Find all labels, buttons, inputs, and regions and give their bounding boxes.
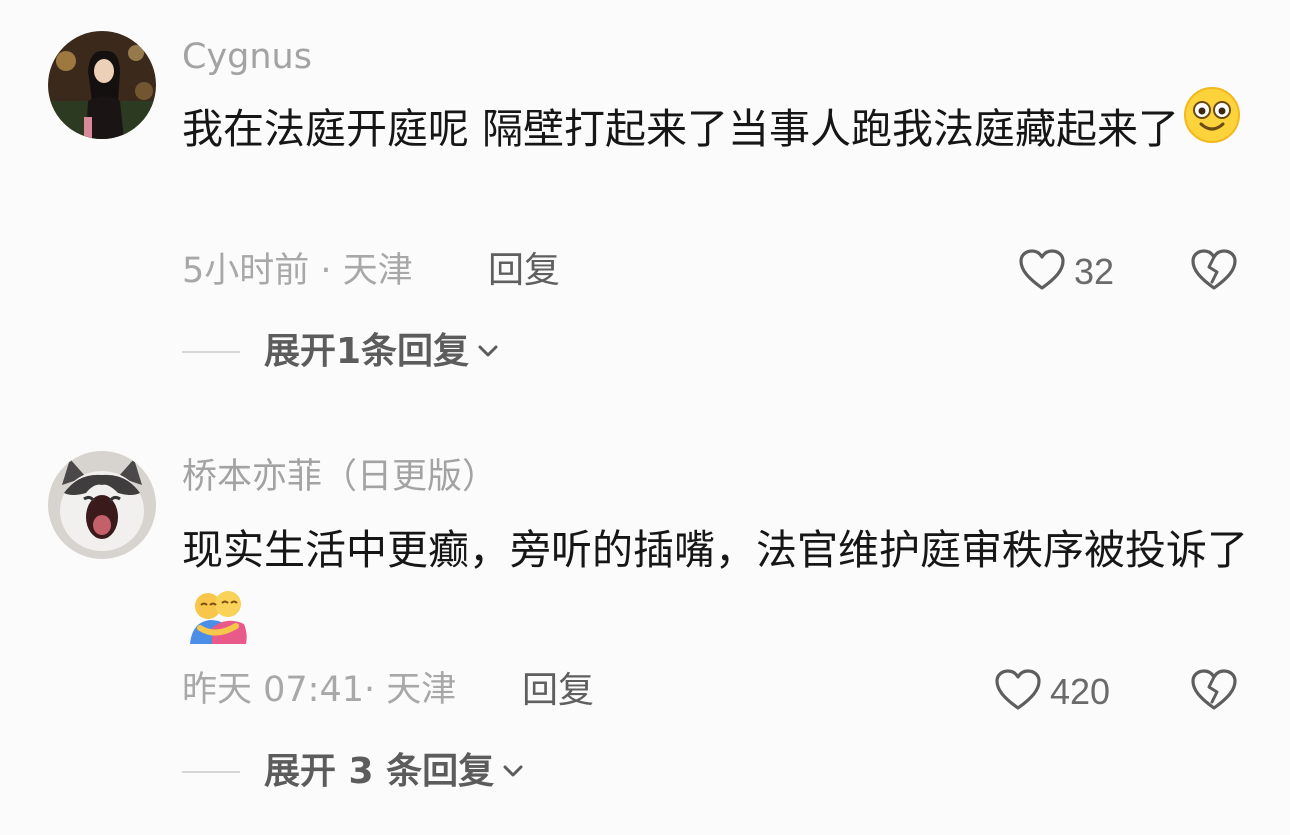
location: 天津	[342, 251, 413, 291]
chevron-down-icon	[502, 763, 524, 782]
comment-item: 桥本亦菲（日更版） 现实生活中更癫，旁听的插嘴，法官维护庭审秩序被投诉了 昨天 …	[0, 420, 1290, 835]
timestamp: 昨天 07:41	[182, 670, 364, 710]
comment-meta: 昨天 07:41· 天津	[182, 673, 456, 708]
location: 天津	[386, 670, 457, 710]
expand-replies-label: 展开1条回复	[264, 331, 470, 372]
like-button[interactable]: 420	[994, 668, 1110, 716]
avatar[interactable]	[48, 451, 156, 559]
comment-text-content: 现实生活中更癫，旁听的插嘴，法官维护庭审秩序被投诉了	[182, 526, 1248, 574]
dislike-button[interactable]	[1190, 668, 1238, 716]
avatar[interactable]	[48, 31, 156, 139]
separator: ·	[320, 251, 332, 291]
reply-button[interactable]: 回复	[488, 253, 560, 289]
comment-text: 我在法庭开庭呢 隔壁打起来了当事人跑我法庭藏起来了	[182, 86, 1252, 174]
comment-item: Cygnus 我在法庭开庭呢 隔壁打起来了当事人跑我法庭藏起来了 5小时前 · …	[0, 0, 1290, 420]
chevron-down-icon	[477, 343, 499, 362]
divider-line	[182, 351, 240, 353]
comment-text-content: 我在法庭开庭呢 隔壁打起来了当事人跑我法庭藏起来了	[182, 105, 1180, 153]
separator: ·	[364, 670, 376, 710]
expand-replies-button[interactable]: 展开1条回复	[182, 334, 499, 370]
hugging-people-emoji	[186, 588, 248, 670]
divider-line	[182, 771, 240, 773]
expand-replies-button[interactable]: 展开 3 条回复	[182, 754, 524, 790]
dislike-button[interactable]	[1190, 248, 1238, 296]
username[interactable]: 桥本亦菲（日更版）	[182, 460, 497, 495]
comment-meta: 5小时前 · 天津	[182, 254, 413, 289]
expand-replies-label: 展开 3 条回复	[264, 751, 495, 792]
like-count: 32	[1074, 251, 1115, 292]
broken-heart-icon	[1190, 249, 1238, 296]
heart-outline-icon	[994, 668, 1042, 716]
like-button[interactable]: 32	[1018, 248, 1114, 296]
broken-heart-icon	[1190, 669, 1238, 716]
heart-outline-icon	[1018, 248, 1066, 296]
username[interactable]: Cygnus	[182, 40, 312, 75]
reply-button[interactable]: 回复	[522, 673, 594, 709]
comment-text: 现实生活中更癫，旁听的插嘴，法官维护庭审秩序被投诉了	[182, 510, 1252, 674]
timestamp: 5小时前	[182, 251, 310, 291]
flushed-smile-emoji	[1183, 86, 1241, 170]
like-count: 420	[1050, 671, 1111, 712]
